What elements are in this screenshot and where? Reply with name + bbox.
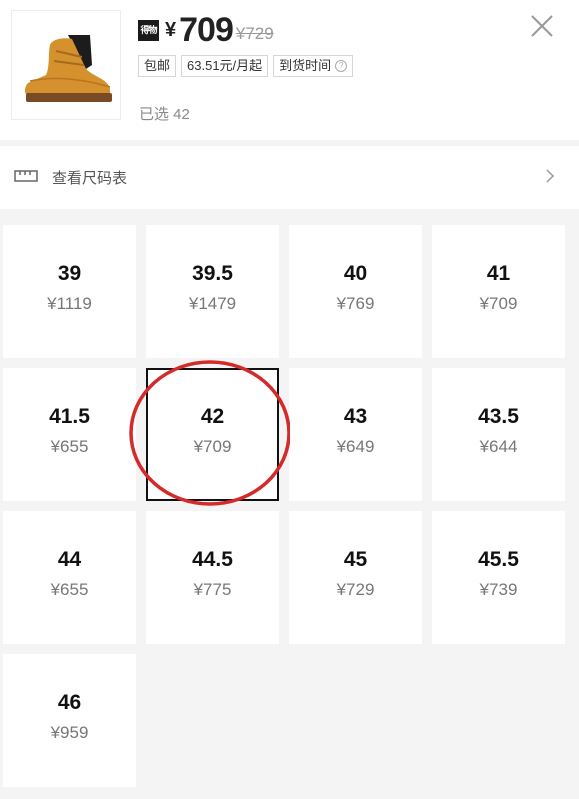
size-price: ¥739	[479, 580, 518, 599]
size-price: ¥775	[193, 580, 232, 599]
size-label: 39.5	[192, 262, 233, 285]
size-label: 45.5	[478, 548, 519, 571]
size-option-43-5[interactable]: 43.5 ¥644	[432, 368, 565, 501]
close-icon[interactable]	[528, 12, 556, 40]
size-label: 44	[57, 548, 82, 571]
size-price: ¥709	[193, 437, 232, 456]
help-icon[interactable]: ?	[335, 60, 348, 72]
size-price: ¥644	[479, 437, 518, 456]
size-label: 45	[343, 548, 368, 571]
size-option-41-5[interactable]: 41.5 ¥655	[3, 368, 136, 501]
size-chart-label: 查看尺码表	[52, 170, 128, 187]
price-row: 得物 ¥ 709 ¥729	[138, 10, 274, 50]
size-label: 44.5	[192, 548, 233, 571]
selected-size-text: 已选 42	[139, 106, 190, 123]
size-chart-row[interactable]: 查看尺码表	[0, 146, 579, 209]
brand-badge: 得物	[138, 19, 159, 41]
tag-row: 包邮 63.51元/月起 到货时间 ?	[138, 55, 358, 77]
chevron-right-icon	[545, 168, 555, 189]
current-price: 709	[179, 10, 234, 49]
size-price: ¥1479	[188, 294, 237, 313]
size-option-46[interactable]: 46 ¥959	[3, 654, 136, 787]
currency-symbol: ¥	[165, 18, 177, 41]
size-label: 43	[343, 405, 368, 428]
size-price: ¥959	[50, 723, 89, 742]
size-price: ¥1119	[47, 294, 92, 313]
product-header: 得物 ¥ 709 ¥729 包邮 63.51元/月起 到货时间 ? 已选 42	[0, 0, 579, 140]
size-option-45[interactable]: 45 ¥729	[289, 511, 422, 644]
size-option-39[interactable]: 39 ¥1119	[3, 225, 136, 358]
size-label: 42	[200, 405, 225, 428]
delivery-time-label: 到货时间	[279, 58, 332, 73]
boot-image	[25, 35, 112, 102]
size-option-45-5[interactable]: 45.5 ¥739	[432, 511, 565, 644]
size-option-43[interactable]: 43 ¥649	[289, 368, 422, 501]
size-label: 39	[57, 262, 82, 285]
tag-installment: 63.51元/月起	[181, 55, 269, 77]
size-option-44-5[interactable]: 44.5 ¥775	[146, 511, 279, 644]
size-label: 40	[343, 262, 368, 285]
size-price: ¥729	[336, 580, 375, 599]
ruler-icon	[14, 169, 38, 187]
size-label: 43.5	[478, 405, 519, 428]
tag-delivery-time[interactable]: 到货时间 ?	[273, 55, 354, 77]
size-price: ¥655	[50, 580, 89, 599]
size-price: ¥769	[336, 294, 375, 313]
size-price: ¥709	[479, 294, 518, 313]
original-price: ¥729	[235, 24, 274, 43]
size-label: 41.5	[49, 405, 90, 428]
size-price: ¥649	[336, 437, 375, 456]
size-option-42[interactable]: 42 ¥709	[146, 368, 279, 501]
size-option-39-5[interactable]: 39.5 ¥1479	[146, 225, 279, 358]
tag-free-shipping: 包邮	[138, 55, 177, 77]
size-option-40[interactable]: 40 ¥769	[289, 225, 422, 358]
size-label: 41	[486, 262, 511, 285]
size-label: 46	[57, 691, 82, 714]
size-option-44[interactable]: 44 ¥655	[3, 511, 136, 644]
size-price: ¥655	[50, 437, 89, 456]
size-option-41[interactable]: 41 ¥709	[432, 225, 565, 358]
product-thumbnail	[11, 10, 121, 120]
